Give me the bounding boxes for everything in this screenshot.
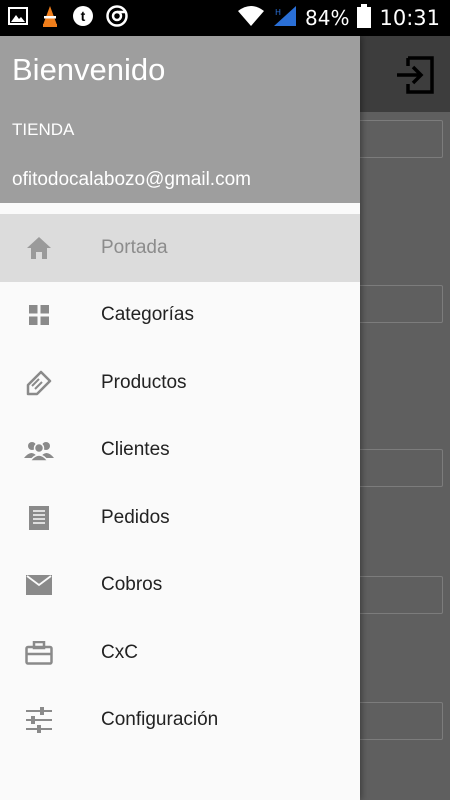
vlc-icon — [40, 5, 60, 32]
exit-icon[interactable] — [394, 54, 436, 96]
svg-text:t: t — [81, 8, 86, 24]
menu-label: Productos — [101, 371, 187, 393]
menu-label: CxC — [101, 641, 138, 663]
drawer-menu: Portada Categorías Productos Clientes Pe… — [0, 214, 360, 754]
menu-item-cxc[interactable]: CxC — [0, 619, 360, 687]
notification-icons: t — [8, 4, 128, 32]
drawer-title: Bienvenido — [12, 52, 166, 87]
menu-label: Clientes — [101, 439, 170, 461]
background-field — [355, 702, 443, 740]
home-icon — [24, 233, 54, 263]
envelope-icon — [24, 570, 54, 600]
sliders-icon — [24, 705, 54, 735]
menu-item-configuracion[interactable]: Configuración — [0, 687, 360, 755]
drawer-header: Bienvenido TIENDA ofitodocalabozo@gmail.… — [0, 36, 360, 203]
people-icon — [24, 435, 54, 465]
gallery-icon — [8, 6, 28, 30]
menu-item-productos[interactable]: Productos — [0, 349, 360, 417]
menu-label: Categorías — [101, 304, 194, 326]
menu-item-pedidos[interactable]: Pedidos — [0, 484, 360, 552]
grid-icon — [24, 300, 54, 330]
status-bar: t H 84% 10:31 — [0, 0, 450, 36]
menu-label: Pedidos — [101, 506, 170, 528]
menu-label: Configuración — [101, 709, 219, 731]
chrome-icon — [106, 4, 128, 32]
menu-item-portada[interactable]: Portada — [0, 214, 360, 282]
menu-label: Cobros — [101, 574, 163, 596]
menu-item-cobros[interactable]: Cobros — [0, 552, 360, 620]
menu-item-categorias[interactable]: Categorías — [0, 282, 360, 350]
document-icon — [24, 503, 54, 533]
tumblr-icon: t — [72, 5, 94, 32]
menu-item-clientes[interactable]: Clientes — [0, 417, 360, 485]
briefcase-icon — [24, 638, 54, 668]
battery-icon — [357, 3, 372, 33]
background-field — [355, 285, 443, 323]
signal-icon: H — [273, 5, 297, 32]
wifi-icon — [237, 5, 265, 32]
background-field — [355, 449, 443, 487]
clock: 10:31 — [379, 6, 440, 30]
menu-label: Portada — [101, 236, 168, 258]
system-icons: H 84% 10:31 — [237, 3, 440, 33]
battery-percent: 84% — [305, 6, 350, 30]
store-label: TIENDA — [12, 120, 75, 139]
tag-icon — [24, 368, 54, 398]
svg-text:H: H — [275, 8, 281, 17]
navigation-drawer: Bienvenido TIENDA ofitodocalabozo@gmail.… — [0, 36, 360, 800]
user-email: ofitodocalabozo@gmail.com — [12, 169, 251, 190]
background-field — [355, 120, 443, 158]
background-field — [355, 576, 443, 614]
